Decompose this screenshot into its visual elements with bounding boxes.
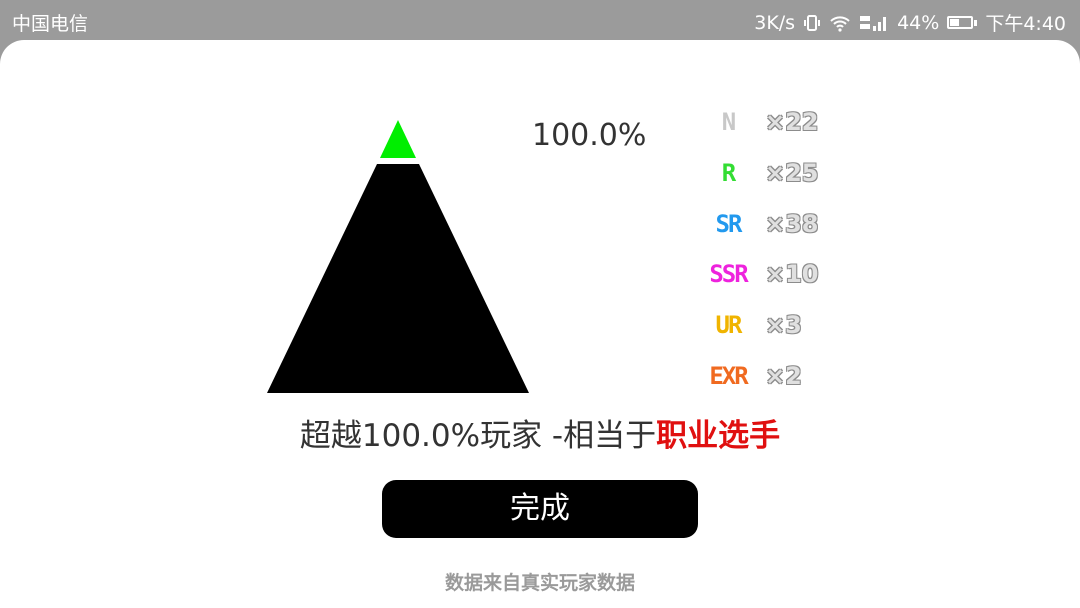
battery-icon [947, 16, 978, 29]
rank-label: UR [715, 311, 743, 340]
rank-count: ×10 [765, 260, 819, 289]
result-summary: 超越100.0%玩家 -相当于职业选手 [0, 410, 1080, 455]
done-button[interactable]: 完成 [382, 480, 698, 538]
battery-level-fill [950, 19, 960, 26]
rank-label: N [721, 108, 736, 136]
rank-label: EXR [709, 362, 748, 390]
pyramid-base-segment [267, 164, 529, 393]
rank-count: ×2 [765, 362, 802, 390]
rank-count: ×25 [765, 158, 819, 187]
rank-label: SSR [709, 260, 748, 289]
carrier-name: 中国电信 [12, 13, 89, 35]
percent-label: 100.0% [532, 118, 647, 153]
result-title: 职业选手 [656, 418, 781, 454]
rank-row-exr: EXR ×2 [705, 362, 825, 396]
battery-percent: 44% [897, 11, 940, 34]
result-text: 超越100.0%玩家 -相当于 [299, 418, 657, 454]
rank-label: SR [715, 209, 743, 238]
status-bar: 中国电信 3K/s 44% 下午4:40 [0, 0, 1080, 42]
rank-row-r: R ×25 [705, 159, 825, 193]
vibrate-icon [803, 14, 821, 32]
clock: 下午4:40 [985, 13, 1066, 35]
rank-pyramid [267, 120, 529, 393]
network-speed: 3K/s [754, 11, 796, 34]
status-indicators: 3K/s 44% 下午4:40 [754, 9, 1066, 36]
rank-label: R [721, 158, 736, 187]
rank-row-sr: SR ×38 [705, 210, 825, 244]
rank-count: ×38 [765, 209, 819, 238]
rank-row-ssr: SSR ×10 [705, 260, 825, 294]
data-source-note: 数据来自真实玩家数据 [444, 572, 635, 594]
rank-row-ur: UR ×3 [705, 311, 825, 345]
wifi-icon [829, 14, 851, 32]
rank-count: ×22 [765, 108, 819, 136]
rank-row-n: N ×22 [705, 108, 825, 142]
pyramid-top-segment [380, 120, 416, 158]
rank-count: ×3 [765, 311, 802, 340]
cellular-signal-icon [859, 14, 889, 32]
